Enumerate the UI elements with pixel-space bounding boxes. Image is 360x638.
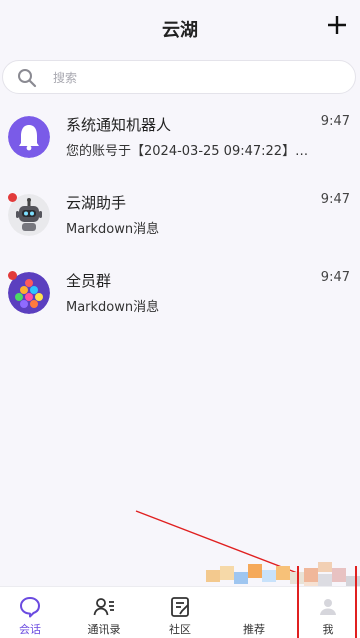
tab-conversations[interactable]: 会话	[0, 587, 66, 638]
conversation-last-message: Markdown消息	[66, 222, 160, 237]
conversation-last-message: 您的账号于【2024-03-25 09:47:22】登录	[66, 144, 314, 159]
community-icon	[171, 597, 189, 617]
tab-label: 会话	[19, 623, 41, 636]
unread-dot	[8, 271, 17, 280]
conversation-item-all-members-group[interactable]: 全员群 Markdown消息 9:47	[0, 260, 360, 338]
tab-label: 社区	[169, 623, 191, 636]
conversation-item-system-bot[interactable]: 系统通知机器人 您的账号于【2024-03-25 09:47:22】登录 9:4…	[0, 104, 360, 182]
top-bar: 云湖	[0, 0, 360, 56]
tab-recommend[interactable]: 推荐	[218, 587, 290, 638]
search-icon	[18, 69, 37, 88]
plus-icon[interactable]	[326, 14, 348, 36]
contacts-icon	[93, 598, 114, 616]
chat-bubble-icon	[20, 597, 40, 618]
conversation-name: 云湖助手	[66, 194, 127, 212]
bell-bot-avatar	[8, 116, 50, 158]
unread-dot	[8, 193, 17, 202]
conversation-name: 全员群	[66, 272, 112, 290]
page-title: 云湖	[162, 20, 198, 41]
tab-contacts[interactable]: 通讯录	[68, 587, 140, 638]
conversation-time: 9:47	[320, 270, 350, 285]
conversation-last-message: Markdown消息	[66, 300, 160, 315]
annotation-highlight-box	[297, 566, 357, 638]
search-bar[interactable]	[2, 60, 356, 94]
conversation-name: 系统通知机器人	[66, 116, 172, 134]
conversation-time: 9:47	[320, 192, 350, 207]
search-input[interactable]	[53, 67, 333, 89]
conversation-item-assistant[interactable]: 云湖助手 Markdown消息 9:47	[0, 182, 360, 260]
tab-community[interactable]: 社区	[144, 587, 216, 638]
tab-label: 推荐	[243, 623, 265, 636]
tab-label: 通讯录	[87, 623, 121, 636]
conversation-time: 9:47	[320, 114, 350, 129]
